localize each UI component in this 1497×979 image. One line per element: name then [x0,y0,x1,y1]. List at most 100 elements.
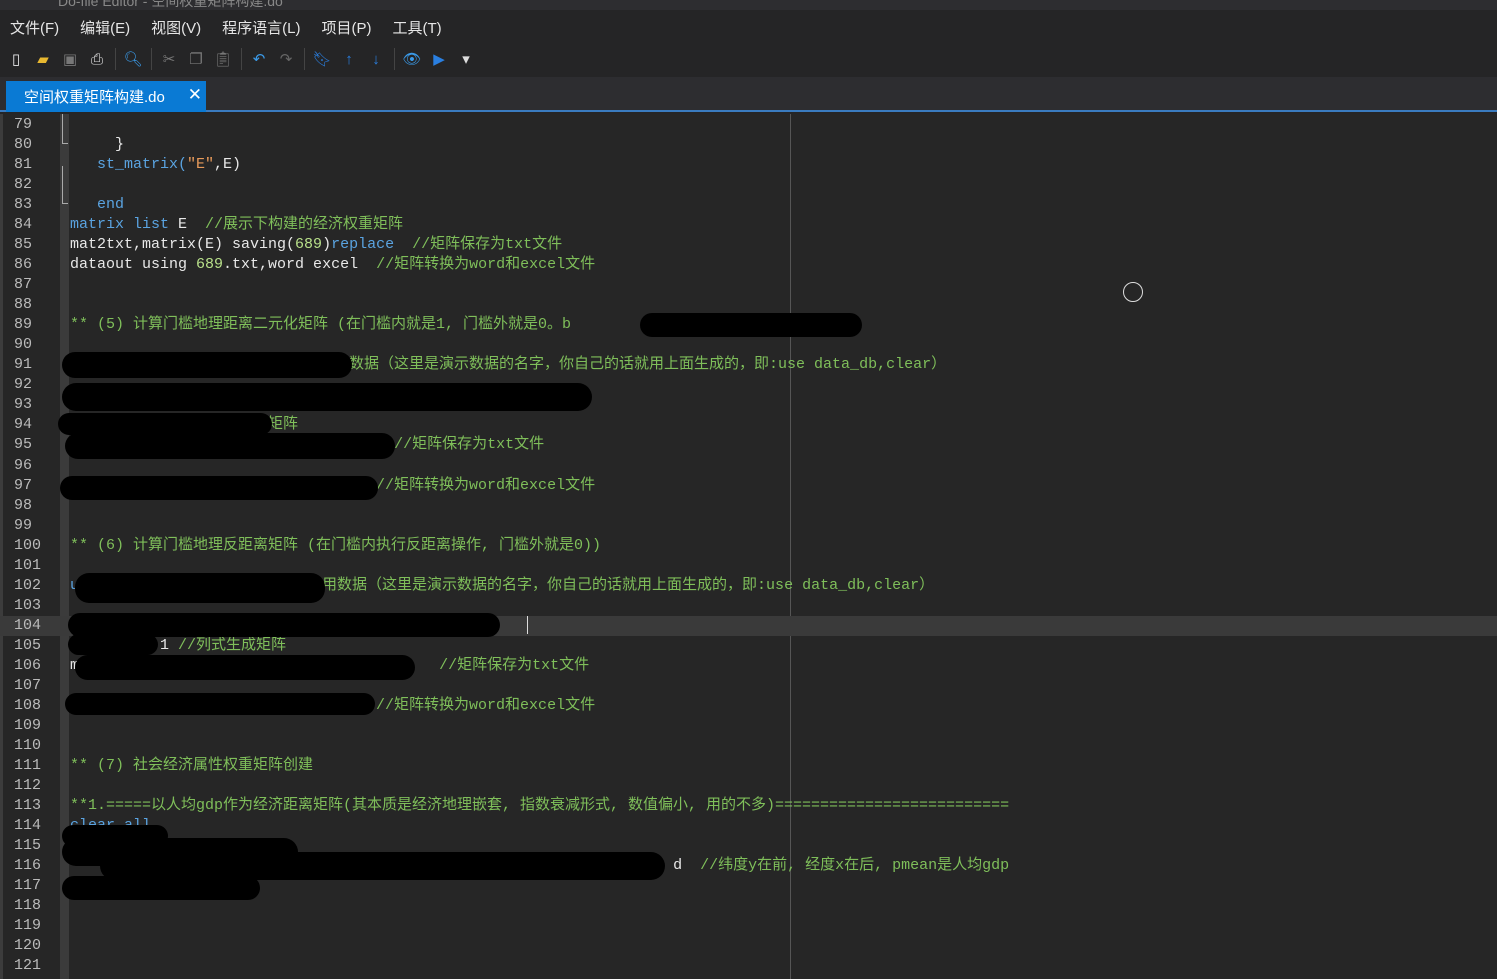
redaction-mark [65,433,395,459]
code-token: 689 [196,256,224,274]
line-number: 95 [14,436,33,454]
open-folder-icon[interactable]: ▰ [32,48,54,70]
previous-bookmark-icon[interactable]: ↑ [338,48,360,70]
line-number: 115 [14,837,42,855]
code-token: //矩阵保存为txt文件 [376,436,545,454]
code-token: mat2txt,matrix(E) saving( [70,236,296,254]
line-number: 116 [14,857,42,875]
code-line: 112 [0,776,1497,796]
line-number: 105 [14,636,42,654]
code-line: 111 ** (7) 社会经济属性权重矩阵创建 [0,756,1497,776]
redaction-mark [65,693,375,715]
code-token: //矩阵保存为txt文件 [394,236,563,254]
code-text: ** (7) 社会经济属性权重矩阵创建 [70,756,313,776]
toolbar-separator [241,48,242,70]
line-number: 114 [14,817,42,835]
code-token: st_matrix( [70,156,188,174]
toolbar-separator [151,48,152,70]
code-token: "E" [187,156,215,174]
code-line: 81 st_matrix("E",E) [0,155,1497,175]
code-text: **1.=====以人均gdp作为经济距离矩阵(其本质是经济地理嵌套, 指数衰减… [70,796,1009,816]
menu-item[interactable]: 工具(T) [393,17,442,38]
line-number: 101 [14,556,42,574]
redaction-mark [640,313,862,337]
code-line: 105 1 //列式生成矩阵 [0,636,1497,656]
next-bookmark-icon[interactable]: ↓ [365,48,387,70]
code-token: ,E) [214,156,242,174]
code-token: 689 [295,236,323,254]
toolbar-separator [394,48,395,70]
line-number: 84 [14,216,33,234]
redaction-mark [62,352,352,378]
menu-item[interactable]: 程序语言(L) [222,17,300,38]
cut-icon[interactable]: ✂ [158,48,180,70]
show-icon[interactable]: 👁︎ [401,48,423,70]
code-line: 120 [0,936,1497,956]
redaction-mark [68,634,158,655]
code-text: matrix list E //展示下构建的经济权重矩阵 [70,215,403,235]
line-number: 119 [14,917,42,935]
line-number: 90 [14,336,33,354]
code-line: 79 [0,115,1497,135]
title-bar: Do-file Editor - 空间权重矩阵构建.do [0,0,1497,10]
line-number: 94 [14,416,33,434]
line-number: 100 [14,536,42,554]
menu-item[interactable]: 编辑(E) [80,17,130,38]
code-token: end [70,196,125,214]
code-line: 86 dataout using 689.txt,word excel //矩阵转… [0,255,1497,275]
code-line: 87 [0,275,1497,295]
code-line: 119 [0,916,1497,936]
code-line: 100 ** (6) 计算门槛地理反距离矩阵 (在门槛内执行反距离操作, 门槛外就… [0,536,1497,556]
line-number: 89 [14,316,33,334]
menu-item[interactable]: 文件(F) [10,17,59,38]
paste-icon[interactable]: 📋︎ [212,48,234,70]
tab-do-file[interactable]: 空间权重矩阵构建.do ✕ [6,81,206,112]
dropdown-icon[interactable]: ▾ [455,48,477,70]
line-number: 81 [14,156,33,174]
print-icon[interactable]: ⎙ [86,48,108,70]
search-icon[interactable]: 🔍︎ [122,48,144,70]
undo-icon[interactable]: ↶ [248,48,270,70]
menu-item[interactable]: 项目(P) [322,17,372,38]
line-number: 91 [14,356,33,374]
redaction-mark [60,476,378,500]
code-token: //列式生成矩阵 [178,636,287,654]
tab-label: 空间权重矩阵构建.do [24,89,165,106]
code-text: end [70,195,124,215]
line-number: 103 [14,596,42,614]
line-number: 112 [14,776,42,794]
redo-icon[interactable]: ↷ [275,48,297,70]
code-line: 109 [0,716,1497,736]
code-line: 99 [0,516,1497,536]
code-token: **1.=====以人均gdp作为经济距离矩阵(其本质是经济地理嵌套, 指数衰减… [70,797,1010,815]
code-token: } [70,136,125,154]
copy-icon[interactable]: ❐ [185,48,207,70]
code-token: E [169,216,206,234]
menu-item[interactable]: 视图(V) [151,17,201,38]
new-file-icon[interactable]: ▯ [5,48,27,70]
line-number: 110 [14,736,42,754]
code-line: 110 [0,736,1497,756]
code-text: st_matrix("E",E) [70,155,241,175]
code-line: 83 end [0,195,1497,215]
menu-bar: 文件(F) 编辑(E) 视图(V) 程序语言(L) 项目(P) 工具(T) [0,12,453,42]
toolbar: ▯ ▰ ▣ ⎙ 🔍︎ ✂ ❐ 📋︎ ↶ ↷ 🔖︎ ↑ ↓ 👁︎ ▶ ▾ [0,44,1497,74]
line-number: 113 [14,797,42,815]
close-icon[interactable]: ✕ [188,85,202,105]
code-line: 113 **1.=====以人均gdp作为经济距离矩阵(其本质是经济地理嵌套, 指… [0,796,1497,816]
save-icon[interactable]: ▣ [59,48,81,70]
line-number: 121 [14,957,42,975]
window-title: Do-file Editor - 空间权重矩阵构建.do [58,0,283,9]
code-line: 121 [0,956,1497,976]
line-number: 96 [14,456,33,474]
tab-strip: 空间权重矩阵构建.do ✕ [0,77,1497,112]
execute-do-icon[interactable]: ▶ [428,48,450,70]
line-number: 80 [14,136,33,154]
line-number: 102 [14,576,42,594]
line-number: 87 [14,276,33,294]
code-line: 84 matrix list E //展示下构建的经济权重矩阵 [0,215,1497,235]
code-token: ** (6) 计算门槛地理反距离矩阵 (在门槛内执行反距离操作, 门槛外就是0)… [70,536,602,554]
toggle-bookmark-icon[interactable]: 🔖︎ [311,48,333,70]
code-line: 85 mat2txt,matrix(E) saving(689)replace /… [0,235,1497,255]
toolbar-separator [115,48,116,70]
